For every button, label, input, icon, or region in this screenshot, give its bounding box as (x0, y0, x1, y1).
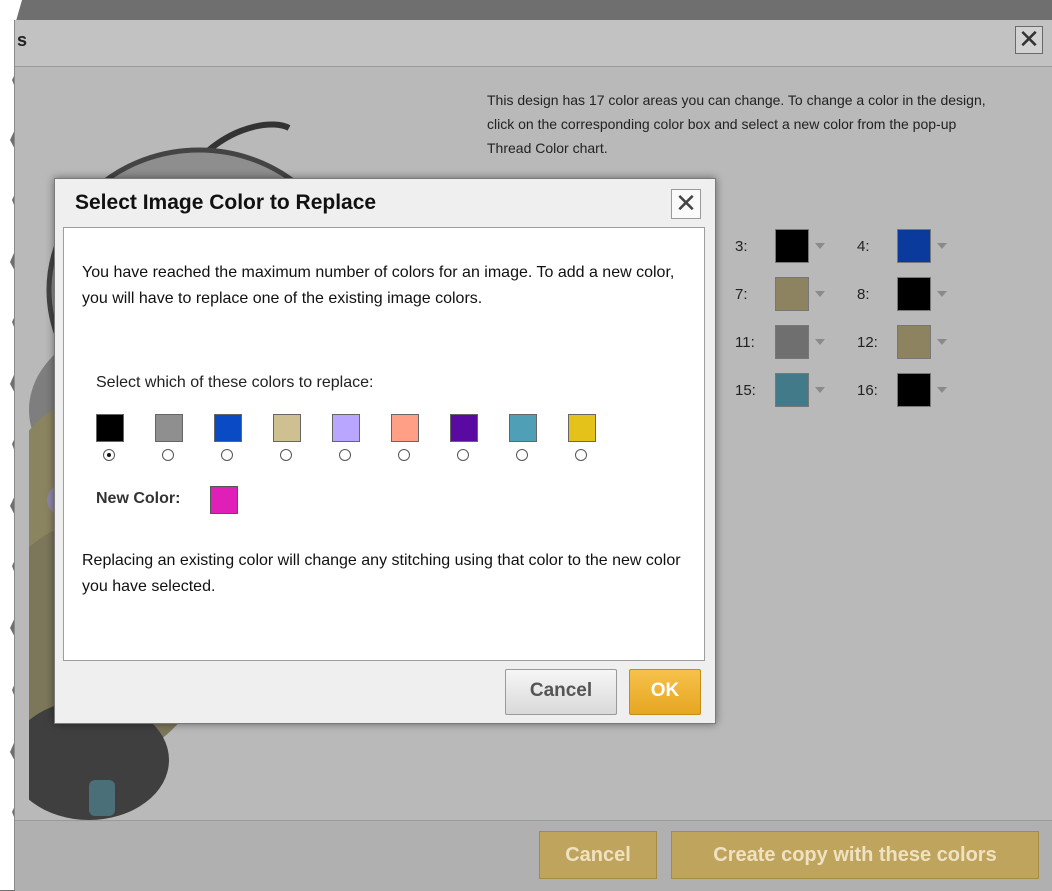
modal-close-button[interactable]: ✕ (671, 189, 701, 219)
swatch-box[interactable] (897, 277, 931, 311)
swatch-label: 16: (857, 381, 878, 399)
color-swatch (155, 414, 183, 442)
dropdown-arrow-icon[interactable] (815, 387, 825, 393)
new-color-label: New Color: (96, 490, 181, 507)
color-area-11[interactable]: 11: (735, 325, 857, 359)
swatch-row: 7: 8: (735, 270, 979, 318)
dropdown-arrow-icon[interactable] (937, 339, 947, 345)
swatch-label: 4: (857, 237, 870, 255)
color-area-4[interactable]: 4: (857, 229, 979, 263)
color-option[interactable] (450, 414, 509, 461)
swatch-label: 8: (857, 285, 870, 303)
color-radio[interactable] (221, 449, 233, 461)
swatch-row: 3: 4: (735, 222, 979, 270)
color-swatch (273, 414, 301, 442)
parent-footer: Cancel Create copy with these colors (15, 820, 1052, 891)
modal-title: Select Image Color to Replace (75, 191, 377, 214)
modal-note-text: Replacing an existing color will change … (82, 552, 681, 595)
color-radio[interactable] (575, 449, 587, 461)
color-radio[interactable] (280, 449, 292, 461)
color-area-3[interactable]: 3: (735, 229, 857, 263)
color-options (96, 414, 627, 461)
color-area-15[interactable]: 15: (735, 373, 857, 407)
swatch-box[interactable] (897, 325, 931, 359)
color-option[interactable] (155, 414, 214, 461)
color-radio[interactable] (162, 449, 174, 461)
color-option[interactable] (273, 414, 332, 461)
swatch-label: 11: (735, 333, 755, 351)
color-swatch (214, 414, 242, 442)
color-swatch (391, 414, 419, 442)
dropdown-arrow-icon[interactable] (815, 339, 825, 345)
swatch-box[interactable] (775, 229, 809, 263)
modal-body: You have reached the maximum number of c… (63, 227, 705, 661)
parent-title: s (17, 30, 28, 50)
color-option[interactable] (332, 414, 391, 461)
color-swatch (96, 414, 124, 442)
ok-button[interactable]: OK (629, 669, 701, 715)
parent-close-button[interactable]: ✕ (1015, 26, 1043, 54)
color-option[interactable] (391, 414, 450, 461)
color-option[interactable] (214, 414, 273, 461)
swatch-box[interactable] (775, 373, 809, 407)
swatch-box[interactable] (897, 373, 931, 407)
swatch-label: 12: (857, 333, 878, 351)
dropdown-arrow-icon[interactable] (815, 291, 825, 297)
swatch-label: 7: (735, 285, 748, 303)
create-copy-button[interactable]: Create copy with these colors (671, 831, 1039, 879)
color-swatch (568, 414, 596, 442)
color-radio[interactable] (398, 449, 410, 461)
color-area-16[interactable]: 16: (857, 373, 979, 407)
color-option[interactable] (96, 414, 155, 461)
color-radio[interactable] (103, 449, 115, 461)
close-icon: ✕ (675, 188, 697, 218)
parent-instructions: This design has 17 color areas you can c… (487, 92, 986, 156)
color-radio[interactable] (339, 449, 351, 461)
parent-title-bar: s ✕ (15, 20, 1052, 67)
color-area-12[interactable]: 12: (857, 325, 979, 359)
swatch-box[interactable] (897, 229, 931, 263)
swatch-row: 11: 12: (735, 318, 979, 366)
color-option[interactable] (568, 414, 627, 461)
color-radio[interactable] (516, 449, 528, 461)
dropdown-arrow-icon[interactable] (815, 243, 825, 249)
close-icon: ✕ (1018, 24, 1040, 54)
color-swatch-grid: 3: 4: 7: 8: 11: 12: 15: 16: (735, 222, 979, 414)
dropdown-arrow-icon[interactable] (937, 291, 947, 297)
dropdown-arrow-icon[interactable] (937, 243, 947, 249)
color-radio[interactable] (457, 449, 469, 461)
modal-intro-text: You have reached the maximum number of c… (82, 264, 675, 307)
swatch-box[interactable] (775, 325, 809, 359)
color-area-7[interactable]: 7: (735, 277, 857, 311)
swatch-row: 15: 16: (735, 366, 979, 414)
color-area-8[interactable]: 8: (857, 277, 979, 311)
parent-cancel-button[interactable]: Cancel (539, 831, 657, 879)
color-option[interactable] (509, 414, 568, 461)
swatch-label: 15: (735, 381, 756, 399)
select-colors-label: Select which of these colors to replace: (96, 374, 374, 391)
dropdown-arrow-icon[interactable] (937, 387, 947, 393)
new-color-swatch (210, 486, 238, 514)
color-swatch (509, 414, 537, 442)
cancel-button[interactable]: Cancel (505, 669, 617, 715)
swatch-label: 3: (735, 237, 748, 255)
color-swatch (450, 414, 478, 442)
color-swatch (332, 414, 360, 442)
replace-color-modal: Select Image Color to Replace ✕ You have… (54, 178, 716, 724)
swatch-box[interactable] (775, 277, 809, 311)
